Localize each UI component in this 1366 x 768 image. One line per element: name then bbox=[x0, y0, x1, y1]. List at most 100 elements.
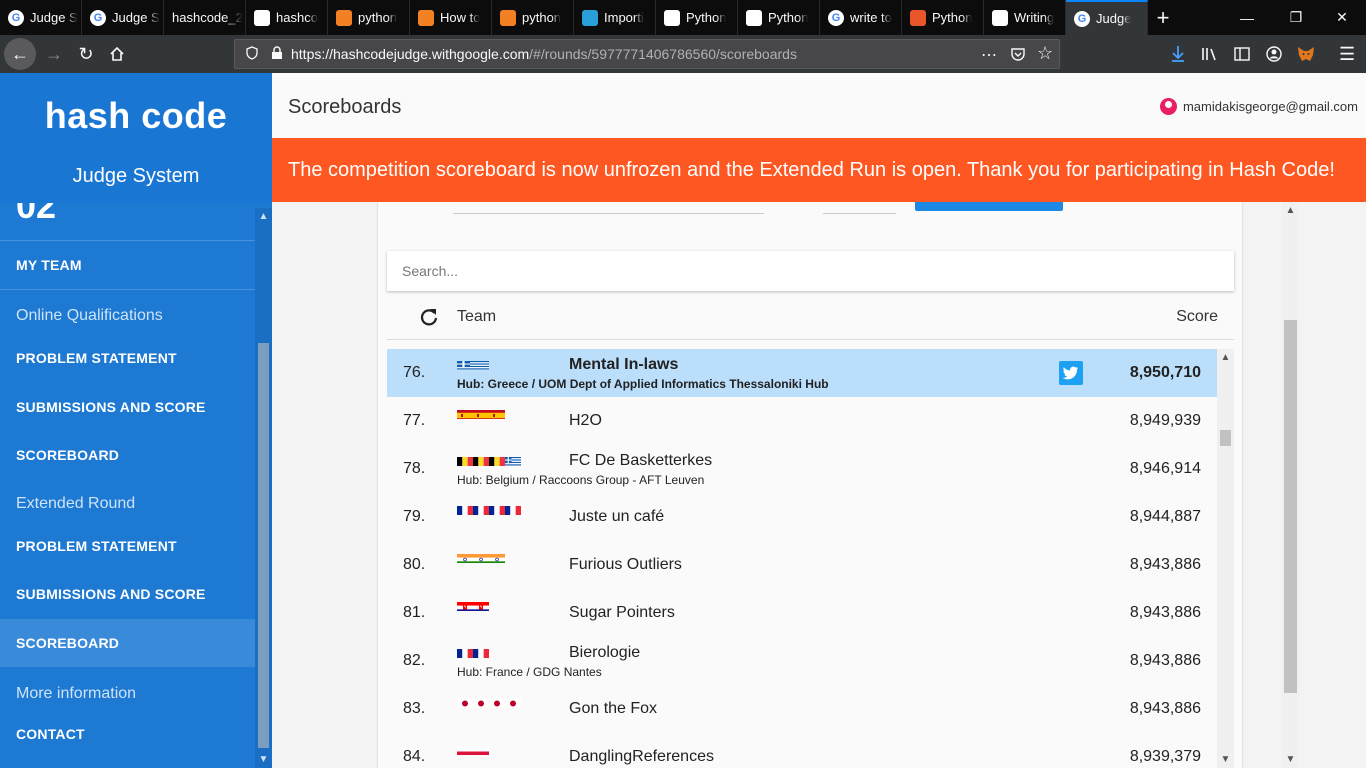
table-row[interactable]: 83. Gon the Fox 8,943,886 bbox=[387, 685, 1217, 733]
home-icon[interactable] bbox=[101, 38, 133, 70]
page-actions-icon[interactable]: ⋯ bbox=[981, 45, 997, 65]
twitter-icon[interactable] bbox=[1059, 361, 1083, 385]
browser-tab[interactable]: Python bbox=[656, 0, 738, 35]
sidebar-scroll-thumb[interactable] bbox=[258, 343, 269, 748]
sidebar-item-scoreboard[interactable]: SCOREBOARD bbox=[0, 431, 255, 479]
scroll-down-icon[interactable]: ▼ bbox=[255, 751, 272, 768]
flag-in-icon bbox=[457, 552, 473, 563]
team-name: Gon the Fox bbox=[569, 700, 658, 717]
team-hub: Hub: France / GDG Nantes bbox=[457, 665, 602, 679]
flag-fr-icon bbox=[473, 647, 489, 658]
table-row[interactable]: 79. Juste un café 8,944,887 bbox=[387, 493, 1217, 541]
downloads-icon[interactable] bbox=[1170, 35, 1186, 73]
flag-jp-icon bbox=[505, 696, 521, 707]
list-scroll-thumb[interactable] bbox=[1220, 430, 1231, 446]
browser-tab-title: python bbox=[358, 10, 398, 25]
shield-icon[interactable] bbox=[245, 45, 259, 63]
user-account[interactable]: mamidakisgeorge@gmail.com bbox=[1159, 98, 1358, 115]
sidebar-toggle-icon[interactable] bbox=[1234, 35, 1250, 73]
browser-tabstrip: G Judge S G Judge S hashcode_2 hashco python Ho… bbox=[0, 0, 1366, 35]
sidebar-scrollbar[interactable]: ▲ ▼ bbox=[255, 208, 272, 768]
url-text[interactable]: https://hashcodejudge.withgoogle.com/#/r… bbox=[291, 46, 797, 62]
scroll-up-icon[interactable]: ▲ bbox=[1282, 202, 1299, 219]
menu-icon[interactable]: ☰ bbox=[1339, 35, 1355, 73]
browser-tab[interactable]: Python bbox=[738, 0, 820, 35]
team-name: Bierologie bbox=[569, 644, 641, 661]
table-row[interactable]: 78. FC De Basketterkes Hub: Belgium / Racc… bbox=[387, 445, 1217, 493]
browser-tab-title: Judge S bbox=[30, 10, 78, 25]
maximize-icon[interactable]: ❐ bbox=[1272, 0, 1320, 35]
new-tab-icon[interactable]: + bbox=[1148, 0, 1178, 35]
sidebar-item-submissions-and-score[interactable]: SUBMISSIONS AND SCORE bbox=[0, 570, 255, 618]
rank: 79. bbox=[403, 508, 426, 525]
column-header-team: Team bbox=[457, 308, 497, 325]
close-icon[interactable]: ✕ bbox=[1318, 0, 1366, 35]
metamask-fox-icon[interactable] bbox=[1297, 35, 1315, 73]
minimize-icon[interactable]: — bbox=[1223, 0, 1271, 35]
rank: 84. bbox=[403, 748, 426, 765]
sidebar-item-my-team[interactable]: MY TEAM bbox=[0, 241, 255, 289]
sidebar-item-submissions-and-score[interactable]: SUBMISSIONS AND SCORE bbox=[0, 383, 255, 431]
partial-button[interactable] bbox=[915, 202, 1063, 211]
browser-tab[interactable]: hashcode_2 bbox=[164, 0, 246, 35]
browser-tab-title: python bbox=[522, 10, 562, 25]
team-score: 8,943,886 bbox=[1129, 556, 1201, 573]
scroll-down-icon[interactable]: ▼ bbox=[1217, 751, 1234, 768]
team-flags bbox=[457, 600, 489, 611]
flag-jp-icon bbox=[457, 696, 473, 707]
browser-tab[interactable]: hashco bbox=[246, 0, 328, 35]
url-bar[interactable]: https://hashcodejudge.withgoogle.com/#/r… bbox=[234, 39, 1060, 69]
scoreboard-list: 76. Mental In-laws Hub: Greece / UOM Dept … bbox=[387, 349, 1217, 768]
bookmark-star-icon[interactable]: ☆ bbox=[1037, 43, 1053, 64]
page-scrollbar[interactable]: ▲ ▼ bbox=[1282, 202, 1299, 768]
library-icon[interactable] bbox=[1201, 35, 1219, 73]
account-icon[interactable] bbox=[1266, 35, 1282, 73]
sidebar-item-problem-statement[interactable]: PROBLEM STATEMENT bbox=[0, 529, 255, 563]
table-row[interactable]: 76. Mental In-laws Hub: Greece / UOM Dept … bbox=[387, 349, 1217, 397]
browser-tab[interactable]: python bbox=[492, 0, 574, 35]
scroll-down-icon[interactable]: ▼ bbox=[1282, 751, 1299, 768]
browser-tab[interactable]: Gwrite to bbox=[820, 0, 902, 35]
browser-tab[interactable]: python bbox=[328, 0, 410, 35]
browser-tab[interactable]: Python bbox=[902, 0, 984, 35]
table-row[interactable]: 80. Furious Outliers 8,943,886 bbox=[387, 541, 1217, 589]
search-input[interactable]: Search... bbox=[387, 251, 1234, 291]
lock-icon[interactable] bbox=[271, 45, 283, 63]
google-icon: G bbox=[828, 9, 844, 26]
sidebar-item-problem-statement[interactable]: PROBLEM STATEMENT bbox=[0, 341, 255, 375]
rank: 76. bbox=[403, 364, 426, 381]
flag-fr-icon bbox=[473, 504, 489, 515]
flag-hr-icon bbox=[473, 600, 489, 611]
browser-tab[interactable]: Importi bbox=[574, 0, 656, 35]
page-scroll-thumb[interactable] bbox=[1284, 320, 1297, 693]
stackoverflow-icon bbox=[418, 9, 434, 26]
browser-tab[interactable]: G Judge S bbox=[0, 0, 82, 35]
scroll-up-icon[interactable]: ▲ bbox=[255, 208, 272, 225]
reload-icon[interactable]: ↻ bbox=[70, 38, 102, 70]
flag-jp-icon bbox=[489, 696, 505, 707]
flag-be-icon bbox=[473, 455, 489, 466]
table-row[interactable]: 84. DanglingReferences 8,939,379 bbox=[387, 733, 1217, 768]
list-scrollbar[interactable]: ▲ ▼ bbox=[1217, 349, 1234, 768]
refresh-icon[interactable] bbox=[419, 307, 439, 327]
google-icon: G bbox=[90, 9, 106, 26]
sidebar-item-contact[interactable]: CONTACT bbox=[0, 716, 255, 752]
team-score: 8,944,887 bbox=[1129, 508, 1201, 525]
browser-tab[interactable]: Writing bbox=[984, 0, 1066, 35]
pocket-icon[interactable] bbox=[1010, 46, 1026, 65]
flag-fr-icon bbox=[457, 504, 473, 515]
browser-tab[interactable]: G Judge S bbox=[82, 0, 164, 35]
sidebar-item-scoreboard[interactable]: SCOREBOARD bbox=[0, 619, 255, 667]
browser-tab[interactable]: How to bbox=[410, 0, 492, 35]
browser-tab[interactable]: G Judge bbox=[1066, 0, 1148, 35]
flag-be-icon bbox=[457, 455, 473, 466]
team-flags bbox=[457, 455, 521, 466]
table-row[interactable]: 82. Bierologie Hub: France / GDG Nantes 8,9… bbox=[387, 637, 1217, 685]
table-row[interactable]: 77. H2O 8,949,939 bbox=[387, 397, 1217, 445]
hash-code-logo[interactable]: hash code bbox=[0, 95, 272, 137]
scroll-up-icon[interactable]: ▲ bbox=[1217, 349, 1234, 366]
forward-icon[interactable]: → bbox=[38, 38, 70, 70]
flag-es-icon bbox=[473, 408, 489, 419]
back-icon[interactable]: ← bbox=[4, 38, 36, 70]
table-row[interactable]: 81. Sugar Pointers 8,943,886 bbox=[387, 589, 1217, 637]
